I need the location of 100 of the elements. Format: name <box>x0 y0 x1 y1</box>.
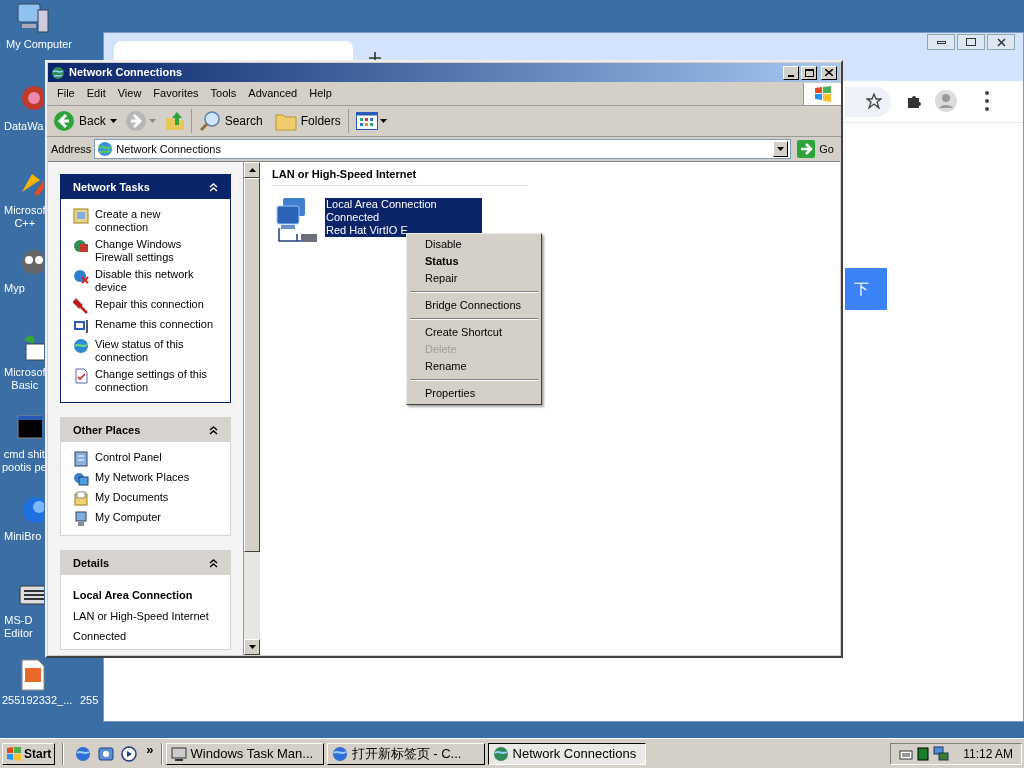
scroll-down-button[interactable] <box>244 639 260 655</box>
maximize-button[interactable] <box>957 34 985 50</box>
avatar-icon[interactable] <box>935 90 957 112</box>
network-icon[interactable] <box>917 746 930 761</box>
scroll-thumb[interactable] <box>244 178 260 552</box>
monitor-icon <box>170 745 187 762</box>
search-button[interactable]: Search <box>196 110 265 132</box>
network-computers-icon[interactable] <box>933 745 950 762</box>
menu-item[interactable]: Disable <box>409 236 539 253</box>
collapse-icon[interactable] <box>209 425 218 435</box>
group-heading: LAN or High-Speed Internet <box>272 166 528 186</box>
grid-view-icon <box>355 112 378 130</box>
task-link[interactable]: Change Windows Firewall settings <box>95 238 215 264</box>
menu-item[interactable]: Favorites <box>147 85 205 102</box>
details-text: LAN or High-Speed Internet <box>73 608 210 624</box>
documents-icon[interactable] <box>73 491 89 507</box>
place-link[interactable]: Control Panel <box>95 451 215 464</box>
down-arrow-icon <box>248 645 256 649</box>
icon-label[interactable]: Microsof <box>4 204 46 217</box>
magnifier-icon <box>198 110 221 132</box>
icon-label[interactable]: 255 <box>80 694 99 707</box>
windows-logo-icon <box>6 746 22 761</box>
document-icon[interactable] <box>73 368 89 384</box>
menu-item[interactable]: Help <box>303 85 338 102</box>
icon-label[interactable]: cmd shit <box>3 448 45 461</box>
network-computers-icon[interactable] <box>73 471 89 487</box>
wrench-icon[interactable] <box>73 298 89 314</box>
menu-item[interactable]: Advanced <box>242 85 304 102</box>
arrow-icon <box>797 140 816 158</box>
address-label: Address <box>51 141 92 157</box>
icon-label[interactable]: Microsof <box>4 366 46 379</box>
address-field[interactable]: Network Connections <box>94 139 792 159</box>
star-icon[interactable] <box>866 93 882 109</box>
start-button[interactable]: Start <box>2 742 56 765</box>
menu-item[interactable]: File <box>51 85 81 102</box>
menu-item[interactable]: Tools <box>204 85 243 102</box>
media-player-icon[interactable] <box>121 745 138 762</box>
task-link[interactable]: Repair this connection <box>95 298 215 311</box>
network-computers-icon[interactable] <box>275 197 319 244</box>
taskbar-button[interactable]: 打开新标签页 - C... <box>326 742 485 765</box>
menu-item[interactable]: Edit <box>80 85 112 102</box>
taskbar-button[interactable]: Windows Task Man... <box>165 742 324 765</box>
task-link[interactable]: Change settings of this connection <box>95 368 215 394</box>
address-bar[interactable] <box>845 87 891 117</box>
dropdown-button[interactable] <box>773 141 789 157</box>
caret-icon <box>379 119 387 123</box>
close-icon <box>825 69 833 76</box>
folder-icon <box>274 111 297 131</box>
caret-icon[interactable] <box>109 119 117 123</box>
icon-label[interactable]: Editor <box>4 627 33 640</box>
menu-item[interactable]: Rename <box>409 358 539 375</box>
task-link[interactable]: View status of this connection <box>95 338 215 364</box>
menu-item[interactable]: View <box>111 85 148 102</box>
collapse-icon[interactable] <box>209 558 218 568</box>
icon-label[interactable]: MS-D <box>4 614 33 627</box>
computer-icon[interactable] <box>73 511 89 527</box>
taskbar-button[interactable]: Network Connections <box>487 742 646 765</box>
control-panel-icon[interactable] <box>73 451 89 467</box>
pane-title[interactable]: Details <box>73 554 110 572</box>
puzzle-icon[interactable] <box>906 93 922 109</box>
monitor-icon[interactable] <box>73 318 89 334</box>
icon-label[interactable]: C++ <box>14 217 36 230</box>
connection-label[interactable]: Local Area Connection Connected Red Hat VirtIO E <box>325 197 482 237</box>
desktop-icon[interactable] <box>98 745 115 762</box>
search-button[interactable]: 下 <box>845 268 887 310</box>
close-icon <box>996 37 1006 47</box>
up-arrow-icon <box>248 168 256 172</box>
scrollbar[interactable] <box>244 162 260 655</box>
folders-button[interactable]: Folders <box>272 111 343 131</box>
firewall-icon[interactable] <box>73 238 89 254</box>
icon-label[interactable]: Myp <box>4 282 25 295</box>
place-link[interactable]: My Network Places <box>95 471 215 484</box>
details-name: Local Area Connection <box>73 588 194 603</box>
menu-item[interactable]: Properties <box>409 385 539 402</box>
task-link[interactable]: Disable this network device <box>95 268 215 294</box>
more-button[interactable]: » <box>146 739 154 760</box>
computer-icon[interactable] <box>16 2 50 36</box>
place-link[interactable]: My Documents <box>95 491 215 504</box>
scroll-up-button[interactable] <box>244 162 260 178</box>
task-link[interactable]: Create a new connection <box>95 208 215 234</box>
menu-item[interactable]: Bridge Connections <box>409 297 539 314</box>
menu-item[interactable]: Create Shortcut <box>409 324 539 341</box>
place-link[interactable]: My Computer <box>95 511 215 524</box>
go-button[interactable]: Go <box>794 140 837 158</box>
views-button[interactable] <box>353 112 389 130</box>
icon-label[interactable]: 255192332_... <box>2 694 73 707</box>
clock[interactable]: 11:12 AM <box>963 744 1013 763</box>
icon-label[interactable]: DataWa <box>4 120 44 133</box>
task-link[interactable]: Rename this connection <box>95 318 215 331</box>
window-title: Network Connections <box>69 65 183 81</box>
more-icon[interactable] <box>985 91 989 111</box>
back-button[interactable]: Back <box>51 108 108 134</box>
caret-icon <box>777 147 785 151</box>
icon-label[interactable]: My Computer <box>6 38 73 51</box>
menu-item[interactable]: Status <box>409 253 539 270</box>
close-button[interactable] <box>987 34 1015 50</box>
minimize-button[interactable] <box>927 34 955 50</box>
icon-label[interactable]: MiniBro <box>4 530 42 543</box>
icon-label[interactable]: Basic <box>11 379 39 392</box>
menu-item[interactable]: Repair <box>409 270 539 287</box>
